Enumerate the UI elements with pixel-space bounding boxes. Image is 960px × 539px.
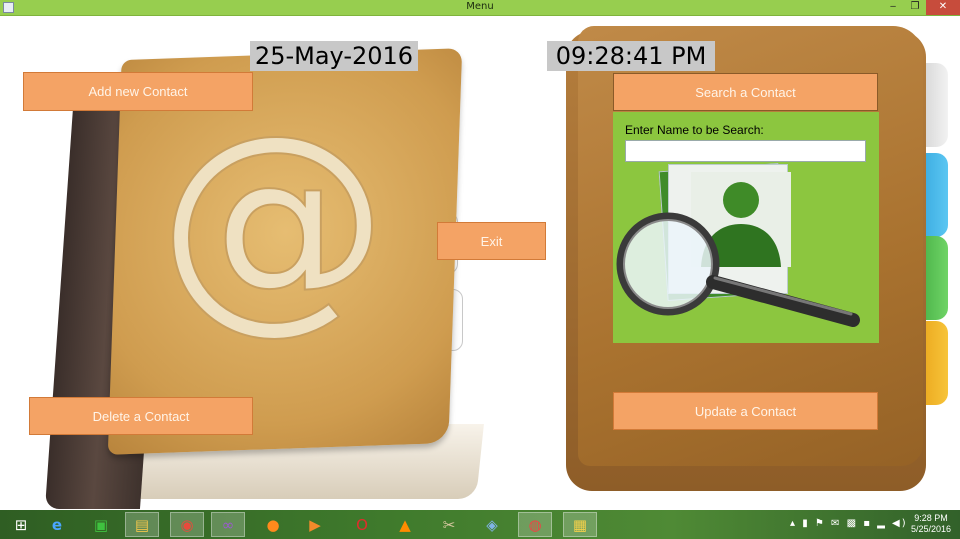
magnifier-icon	[616, 212, 860, 327]
virtualbox-icon[interactable]: ◈	[475, 512, 509, 537]
delete-contact-button[interactable]: Delete a Contact	[29, 397, 253, 435]
update-contact-button[interactable]: Update a Contact	[613, 392, 878, 430]
taskbar: ⊞ e ▣ ▤ ◉ ∞ ● ▶ O ▲ ✂ ◈ ◍ ▦ ▴ ▮ ⚑ ✉ ▩ ▪ …	[0, 510, 960, 539]
close-button[interactable]: ✕	[926, 0, 960, 15]
system-tray[interactable]: ▴ ▮ ⚑ ✉ ▩ ▪ ▂ ◀)	[790, 518, 908, 529]
window-title: Menu	[466, 1, 494, 12]
address-book-image: @	[40, 44, 484, 510]
exit-button[interactable]: Exit	[437, 222, 546, 260]
svg-text:@: @	[158, 114, 388, 344]
opera-icon[interactable]: O	[345, 512, 379, 537]
snipping-tool-icon[interactable]: ◍	[518, 512, 552, 537]
add-contact-button[interactable]: Add new Contact	[23, 72, 253, 111]
chrome-icon[interactable]: ◉	[170, 512, 204, 537]
search-label: Enter Name to be Search:	[625, 123, 764, 137]
maximize-button[interactable]: ❐	[904, 0, 926, 15]
visual-studio-icon[interactable]: ∞	[211, 512, 245, 537]
menu-form: @ 25-May-2016 09:28:41 PM Add new Contac…	[0, 16, 960, 510]
search-contact-button[interactable]: Search a Contact	[613, 73, 878, 111]
minimize-button[interactable]: ‒	[882, 0, 904, 15]
clock-time: 9:28 PM	[914, 513, 948, 523]
time-label: 09:28:41 PM	[547, 41, 715, 71]
date-label: 25-May-2016	[250, 41, 418, 71]
search-name-input[interactable]	[625, 140, 866, 162]
app-menu-icon[interactable]: ▦	[563, 512, 597, 537]
search-panel: Enter Name to be Search:	[613, 112, 879, 343]
store-icon[interactable]: ▣	[84, 512, 118, 537]
firefox-icon[interactable]: ●	[256, 512, 290, 537]
clock-date: 5/25/2016	[910, 524, 952, 534]
tools-icon[interactable]: ✂	[432, 512, 466, 537]
taskbar-clock[interactable]: 9:28 PM 5/25/2016	[905, 513, 957, 535]
vlc-icon[interactable]: ▲	[388, 512, 422, 537]
windows-start-icon[interactable]: ⊞	[4, 512, 38, 537]
file-explorer-icon[interactable]: ▤	[125, 512, 159, 537]
media-player-icon[interactable]: ▶	[298, 512, 332, 537]
internet-explorer-icon[interactable]: e	[40, 512, 74, 537]
at-sign-icon: @	[158, 114, 388, 344]
title-bar: Menu ‒ ❐ ✕	[0, 0, 960, 16]
